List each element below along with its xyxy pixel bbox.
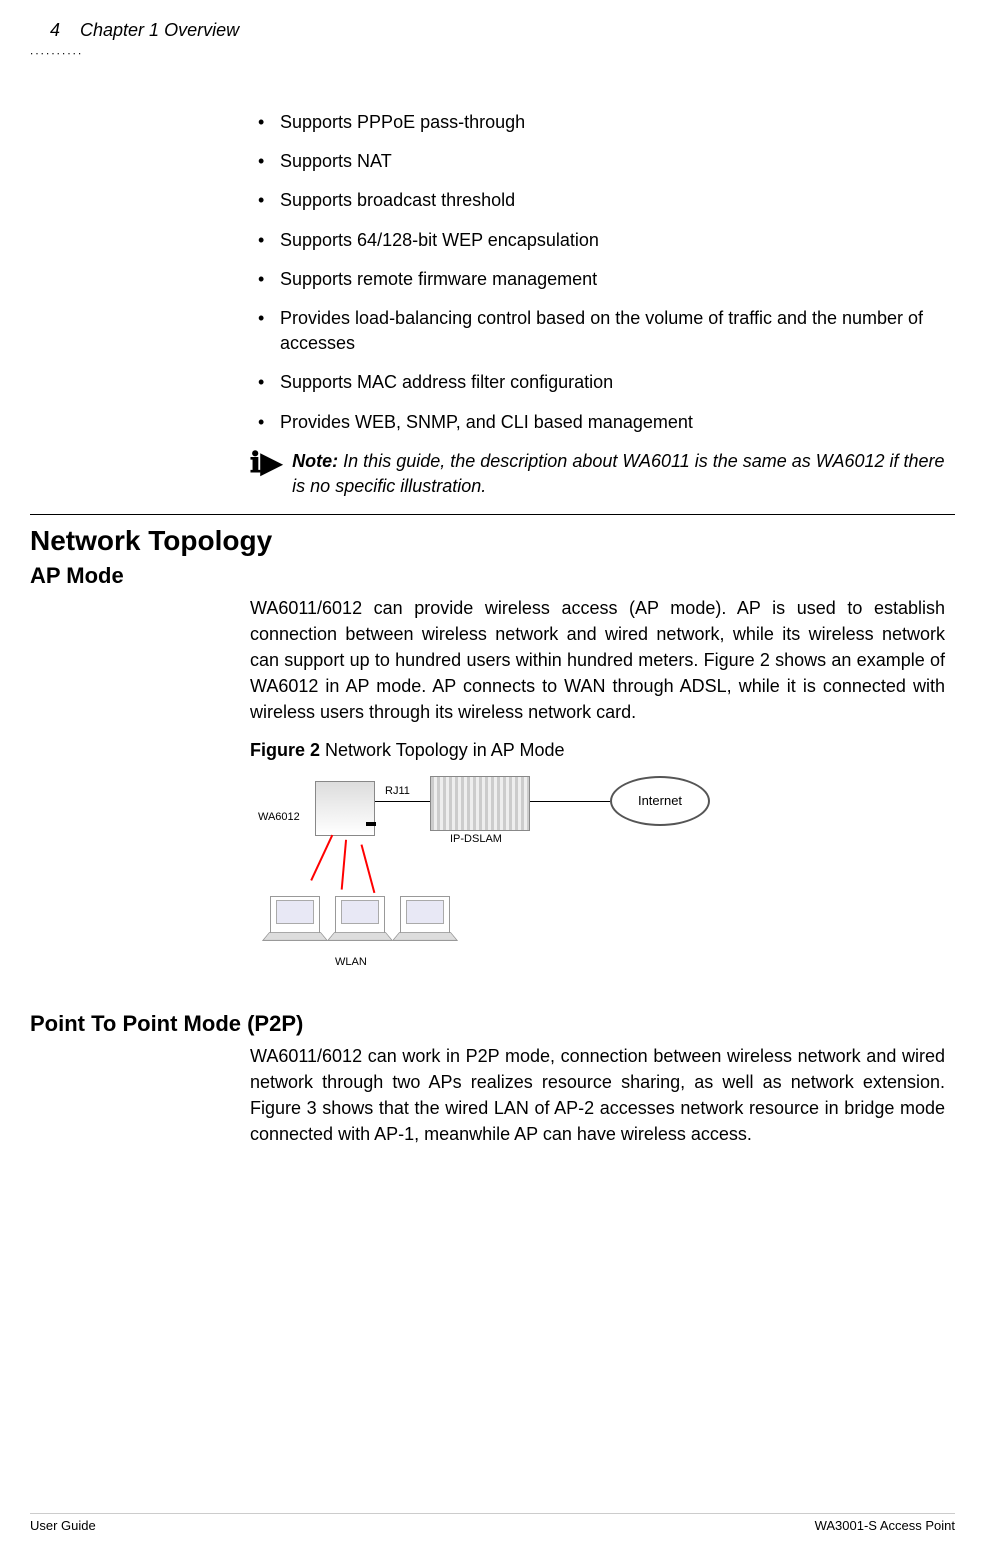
info-icon: ℹ▶	[250, 449, 282, 477]
section-divider	[30, 514, 955, 515]
laptop-icon	[400, 896, 450, 936]
laptop-icon	[335, 896, 385, 936]
ip-dslam-label: IP-DSLAM	[450, 833, 502, 845]
subsection-title-p2p: Point To Point Mode (P2P)	[30, 1011, 955, 1037]
footer-right: WA3001-S Access Point	[815, 1518, 955, 1533]
page-header: 4 Chapter 1 Overview	[30, 20, 955, 41]
figure-2-caption: Figure 2 Network Topology in AP Mode	[250, 740, 945, 761]
wlan-label: WLAN	[335, 956, 367, 968]
footer-left: User Guide	[30, 1518, 96, 1533]
page-number: 4	[50, 20, 60, 41]
note-text: Note: In this guide, the description abo…	[292, 449, 945, 499]
laptop-icon	[270, 896, 320, 936]
list-item: Supports MAC address filter configuratio…	[250, 370, 945, 395]
feature-list: Supports PPPoE pass-through Supports NAT…	[250, 110, 945, 435]
p2p-body: WA6011/6012 can work in P2P mode, connec…	[250, 1043, 945, 1147]
list-item: Provides load-balancing control based on…	[250, 306, 945, 356]
ip-dslam-icon	[430, 776, 530, 831]
list-item: Supports broadcast threshold	[250, 188, 945, 213]
page-footer: User Guide WA3001-S Access Point	[30, 1513, 955, 1533]
figure-2-diagram: WA6012 RJ11 IP-DSLAM Internet WLAN	[250, 771, 730, 981]
note-body: In this guide, the description about WA6…	[292, 451, 944, 496]
section-title-network-topology: Network Topology	[30, 525, 955, 557]
list-item: Supports NAT	[250, 149, 945, 174]
internet-link-line	[530, 801, 610, 802]
ap-mode-body: WA6011/6012 can provide wireless access …	[250, 595, 945, 725]
rj11-label: RJ11	[385, 785, 410, 797]
chapter-title: Chapter 1 Overview	[80, 20, 239, 41]
ap-device-icon	[315, 781, 375, 836]
figure-caption-text: Network Topology in AP Mode	[320, 740, 564, 760]
list-item: Provides WEB, SNMP, and CLI based manage…	[250, 410, 945, 435]
list-item: Supports remote firmware management	[250, 267, 945, 292]
note-block: ℹ▶ Note: In this guide, the description …	[250, 449, 945, 499]
list-item: Supports 64/128-bit WEP encapsulation	[250, 228, 945, 253]
figure-label: Figure 2	[250, 740, 320, 760]
rj11-link-line	[375, 801, 430, 802]
subsection-title-ap-mode: AP Mode	[30, 563, 955, 589]
list-item: Supports PPPoE pass-through	[250, 110, 945, 135]
ap-label: WA6012	[258, 811, 300, 823]
header-decoration: ∙∙∙∙∙∙∙∙∙∙	[30, 46, 955, 60]
internet-cloud-icon: Internet	[610, 776, 710, 826]
note-label: Note:	[292, 451, 338, 471]
